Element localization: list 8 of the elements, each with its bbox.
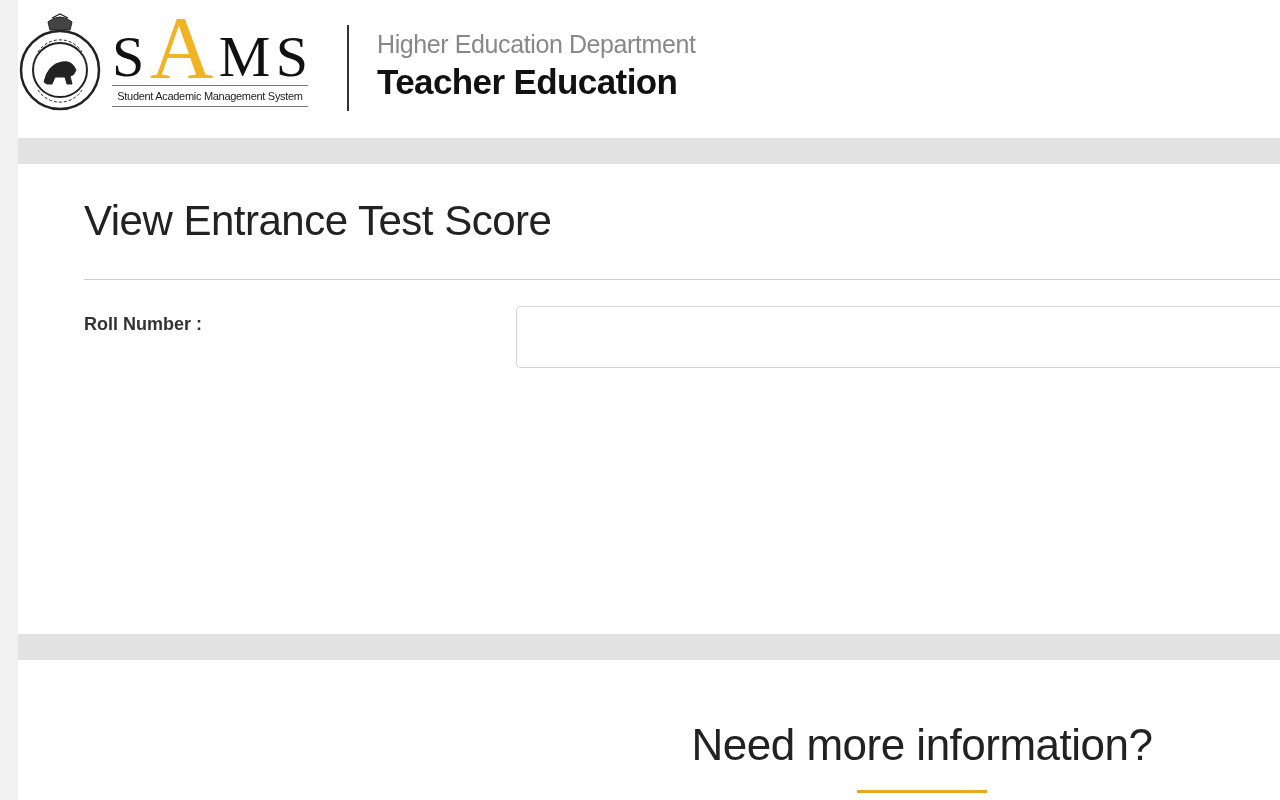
logo-tagline: Student Academic Management System (112, 85, 308, 107)
logo-wordmark: SAMS (112, 15, 308, 83)
portal-title: Teacher Education (377, 61, 679, 103)
field-label: Roll Number : (84, 313, 203, 336)
page-title: View Entrance Test Score (84, 196, 552, 246)
input-field[interactable] (516, 306, 1280, 368)
department-name: Higher Education Department (377, 29, 696, 59)
section-title: Need more information? (691, 719, 1153, 771)
